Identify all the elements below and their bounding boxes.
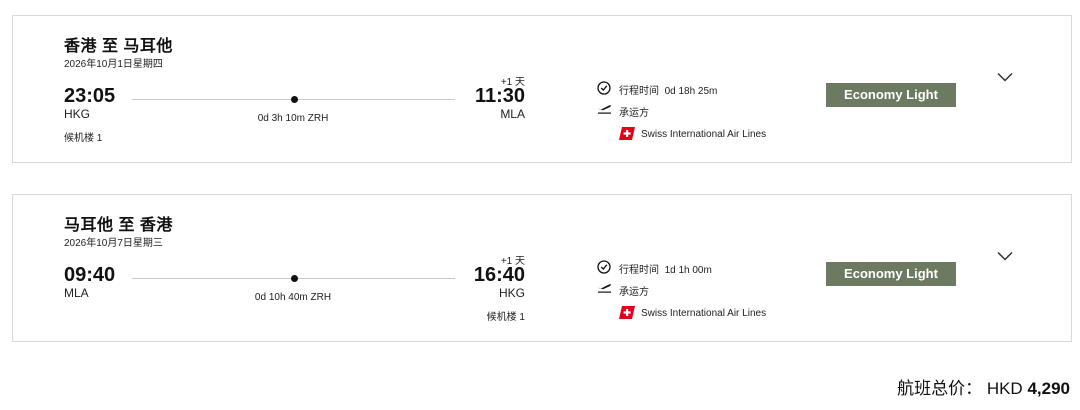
chevron-down-icon[interactable] xyxy=(997,251,1013,261)
airline-name: Swiss International Air Lines xyxy=(641,308,767,319)
operator-label: 承运方 xyxy=(619,108,649,119)
fare-class-badge: Economy Light xyxy=(826,262,956,286)
swiss-airline-logo xyxy=(619,306,635,319)
flight-card-return: 马耳他 至 香港 2026年10月7日星期三 09:40 MLA 0d 10h … xyxy=(12,194,1072,342)
departure-time: 09:40 xyxy=(64,264,116,286)
stop-dot xyxy=(291,275,298,282)
flight-date: 2026年10月1日星期四 xyxy=(64,59,163,70)
fare-class-badge: Economy Light xyxy=(826,83,956,107)
airline-name: Swiss International Air Lines xyxy=(641,129,767,140)
total-currency: HKD xyxy=(986,379,1023,398)
arrival-time: 11:30 xyxy=(474,85,525,107)
flight-date: 2026年10月7日星期三 xyxy=(64,238,163,249)
flight-card-outbound: 香港 至 马耳他 2026年10月1日星期四 23:05 HKG 候机楼 1 0… xyxy=(12,15,1072,163)
arrival-time: 16:40 xyxy=(473,264,525,286)
clock-icon xyxy=(597,81,611,95)
route-title: 香港 至 马耳他 xyxy=(64,38,173,55)
departure-airport: MLA xyxy=(64,286,89,300)
chevron-down-icon[interactable] xyxy=(997,72,1013,82)
operator-label: 承运方 xyxy=(619,287,649,298)
clock-icon xyxy=(597,260,611,274)
arrival-airport: HKG xyxy=(498,286,525,300)
total-label: 航班总价： xyxy=(897,379,983,398)
stopover-info: 0d 10h 40m ZRH xyxy=(254,292,332,303)
departure-time: 23:05 xyxy=(64,85,116,107)
total-amount: 4,290 xyxy=(1027,379,1070,398)
departure-airport: HKG xyxy=(64,107,91,121)
duration-text: 行程时间 1d 1h 00m xyxy=(619,265,712,276)
stop-dot xyxy=(291,96,298,103)
departure-terminal: 候机楼 1 xyxy=(64,133,103,144)
route-title: 马耳他 至 香港 xyxy=(64,217,173,234)
total-price: 航班总价： HKD 4,290 xyxy=(897,374,1070,399)
arrival-airport: MLA xyxy=(500,107,525,121)
arrival-terminal: 候机楼 1 xyxy=(486,312,525,323)
plane-takeoff-icon xyxy=(598,284,611,293)
swiss-airline-logo xyxy=(619,127,635,140)
plane-takeoff-icon xyxy=(598,105,611,114)
stopover-info: 0d 3h 10m ZRH xyxy=(257,113,329,124)
duration-text: 行程时间 0d 18h 25m xyxy=(619,86,718,97)
